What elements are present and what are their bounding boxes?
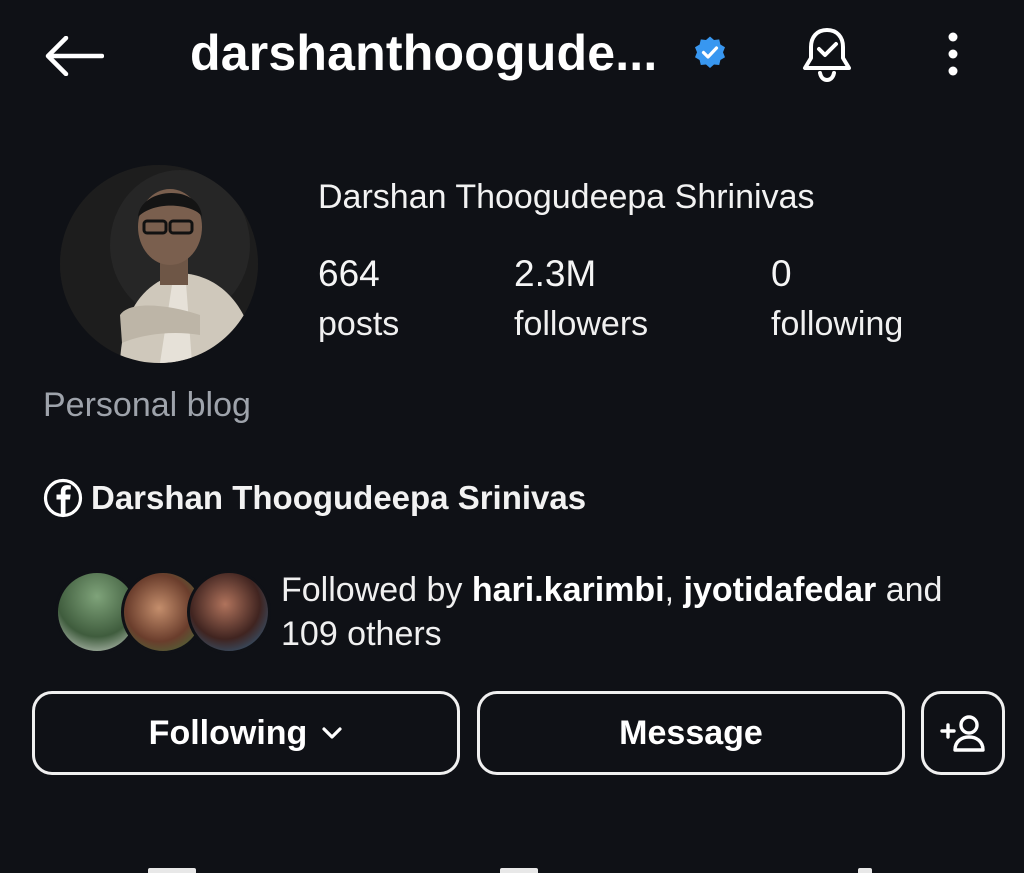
back-arrow-icon [45, 36, 104, 76]
mutual-and: and [876, 571, 943, 609]
tab-tagged-icon[interactable] [858, 868, 872, 873]
profile-category: Personal blog [43, 386, 251, 424]
following-stat[interactable]: 0 following [771, 250, 903, 350]
followers-count: 2.3M [514, 253, 597, 294]
facebook-profile-link[interactable]: Darshan Thoogudeepa Srinivas [43, 478, 586, 518]
more-options-button[interactable] [930, 28, 976, 80]
back-button[interactable] [40, 28, 108, 84]
add-user-icon [940, 715, 985, 752]
notifications-button[interactable] [797, 24, 857, 86]
tab-reels-icon[interactable] [500, 868, 538, 873]
bell-check-icon [803, 28, 851, 83]
followers-label: followers [514, 305, 649, 343]
more-vertical-icon [948, 32, 958, 76]
message-button[interactable]: Message [477, 691, 905, 775]
top-bar: darshanthoogude... [0, 0, 1024, 110]
tab-grid-icon[interactable] [148, 868, 196, 873]
following-button[interactable]: Following [32, 691, 460, 775]
following-label: following [771, 305, 904, 343]
mutual-others: 109 others [281, 615, 442, 653]
suggested-users-button[interactable] [921, 691, 1005, 775]
avatar-photo [60, 165, 258, 363]
chevron-down-icon [321, 726, 343, 740]
posts-stat[interactable]: 664 posts [318, 250, 399, 350]
following-button-label: Following [148, 713, 308, 752]
mutual-prefix: Followed by [281, 571, 472, 609]
facebook-icon [43, 478, 83, 518]
followers-stat[interactable]: 2.3M followers [514, 250, 648, 350]
profile-tab-bar [0, 860, 1024, 873]
following-count: 0 [771, 253, 792, 294]
mutual-separator: , [664, 571, 684, 609]
mutual-followers[interactable]: Followed by hari.karimbi, jyotidafedar a… [55, 568, 995, 658]
mutual-avatars [55, 570, 271, 654]
profile-avatar[interactable] [60, 165, 258, 363]
message-button-label: Message [619, 713, 763, 752]
posts-count: 664 [318, 253, 380, 294]
facebook-link-text: Darshan Thoogudeepa Srinivas [91, 479, 587, 516]
posts-label: posts [318, 305, 400, 343]
profile-display-name: Darshan Thoogudeepa Shrinivas [318, 178, 815, 216]
profile-username: darshanthoogude... [190, 25, 658, 81]
mutual-followers-text: Followed by hari.karimbi, jyotidafedar a… [281, 568, 1001, 656]
mutual-user-1: hari.karimbi [471, 571, 665, 609]
profile-page: darshanthoogude... Darshan Thoogudeepa S… [0, 0, 1024, 873]
mutual-avatar [187, 570, 271, 654]
mutual-user-2: jyotidafedar [683, 571, 877, 609]
verified-badge-icon [695, 36, 725, 68]
